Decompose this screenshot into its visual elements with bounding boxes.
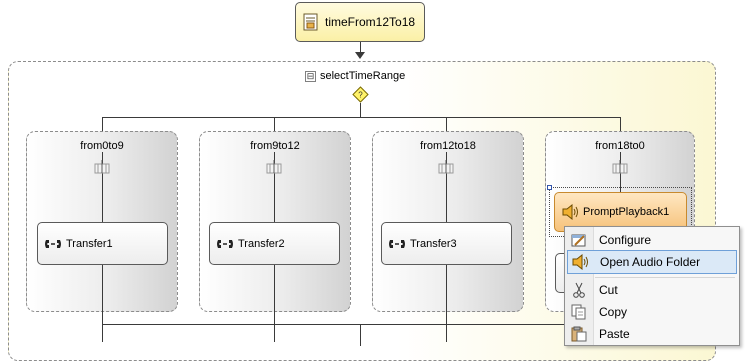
menu-item-label: Configure (599, 233, 652, 247)
menu-separator (595, 277, 735, 278)
branch-drop-2 (274, 117, 275, 131)
paste-icon (567, 326, 591, 342)
script-icon (302, 13, 320, 31)
transfer1-activity[interactable]: Transfer1 (37, 222, 168, 265)
split-bar (102, 117, 620, 118)
transfer-phone-icon (216, 235, 234, 253)
copy-icon (567, 304, 591, 320)
menu-item-label: Cut (599, 283, 618, 297)
branch-drop-3 (446, 117, 447, 131)
speaker-icon (568, 254, 592, 270)
transfer-label: Transfer1 (66, 237, 113, 250)
menu-item-copy[interactable]: Copy (567, 301, 737, 323)
branch-drop-4 (620, 117, 621, 131)
sequence-icon (94, 160, 110, 174)
transfer3-activity[interactable]: Transfer3 (381, 222, 512, 265)
scissors-icon (567, 282, 591, 298)
sequence-icon (612, 160, 628, 174)
transfer-label: Transfer3 (410, 237, 457, 250)
branch-label: from0to9 (80, 140, 124, 152)
menu-item-label: Copy (599, 305, 628, 319)
sequence-icon (266, 160, 282, 174)
root-activity-label: timeFrom12To18 (325, 15, 416, 29)
question-diamond-icon: ? (352, 86, 369, 103)
svg-text:?: ? (358, 91, 363, 100)
sequence-icon (438, 160, 454, 174)
context-menu: Configure Open Audio Folder Cut Copy Pas… (564, 226, 740, 346)
transfer-phone-icon (388, 235, 406, 253)
menu-item-configure[interactable]: Configure (567, 229, 737, 251)
join-bar (102, 324, 620, 325)
split-connector (360, 103, 361, 117)
branch-label: from12to18 (420, 140, 476, 152)
menu-item-cut[interactable]: Cut (567, 279, 737, 301)
select-time-range-header: ⊟ selectTimeRange (305, 69, 405, 83)
menu-item-open-audio-folder[interactable]: Open Audio Folder (567, 250, 737, 274)
root-activity[interactable]: timeFrom12To18 (295, 2, 425, 42)
branch-label: from9to12 (250, 140, 300, 152)
menu-item-label: Open Audio Folder (600, 255, 701, 269)
transfer-label: Transfer2 (238, 237, 285, 250)
menu-item-label: Paste (599, 327, 630, 341)
menu-item-paste[interactable]: Paste (567, 323, 737, 345)
branch-drop-1 (102, 117, 103, 131)
transfer-phone-icon (44, 235, 62, 253)
transfer2-activity[interactable]: Transfer2 (209, 222, 340, 265)
join-connector (360, 324, 361, 346)
select-time-range-label: selectTimeRange (320, 70, 406, 82)
prompt-playback-label: PromptPlayback1 (583, 206, 670, 218)
speaker-icon (561, 203, 579, 221)
arrow-down-icon (355, 52, 365, 59)
selection-handle[interactable] (547, 185, 552, 190)
collapse-icon[interactable]: ⊟ (305, 70, 316, 82)
configure-icon (567, 232, 591, 248)
branch-label: from18to0 (595, 140, 645, 152)
